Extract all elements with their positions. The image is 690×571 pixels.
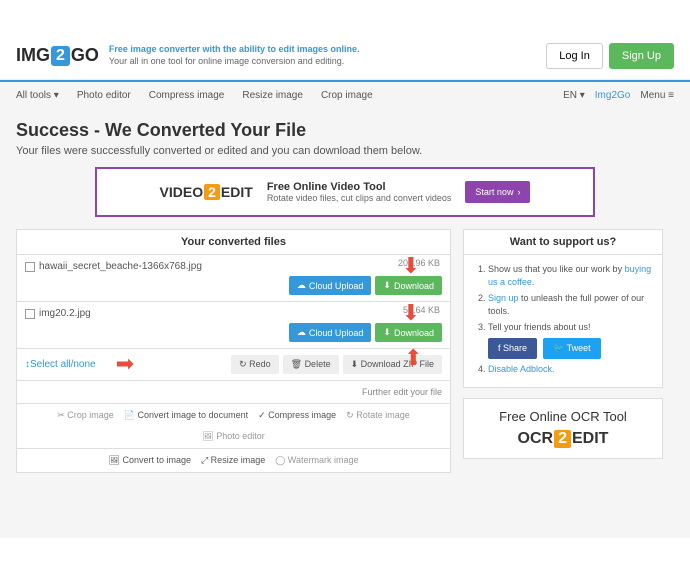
tool-to-document[interactable]: 📄 Convert image to document — [124, 410, 248, 421]
ad-text: Free Online Video Tool Rotate video file… — [267, 181, 452, 203]
tagline-sub: Your all in one tool for online image co… — [109, 56, 360, 68]
converted-panel: Your converted files ⬇ hawaii_secret_bea… — [16, 229, 451, 473]
further-edit-label: Further edit your file — [16, 381, 451, 404]
tagline-main: Free image converter with the ability to… — [109, 44, 360, 56]
ad-logo-post: EDIT — [221, 184, 253, 200]
support-item: Tell your friends about us! f Share 🐦 Tw… — [488, 321, 654, 358]
file-size: 59.64 KB — [403, 305, 440, 315]
file-row: ⬇ img20.2.jpg 59.64 KB ☁Cloud Upload ⬇Do… — [16, 302, 451, 349]
select-all-link[interactable]: Select all/none — [30, 359, 96, 370]
menu-toggle[interactable]: Menu ≡ — [640, 90, 674, 101]
download-label: Download — [394, 328, 434, 338]
download-zip-button[interactable]: ⬇ Download ZIP File — [343, 355, 442, 374]
cloud-upload-label: Cloud Upload — [309, 281, 364, 291]
nav-photo-editor[interactable]: Photo editor — [77, 90, 131, 101]
file-checkbox[interactable] — [25, 309, 35, 319]
ad-banner[interactable]: VIDEO 2 EDIT Free Online Video Tool Rota… — [95, 167, 595, 217]
lang-selector[interactable]: EN ▾ — [563, 90, 585, 101]
ad-logo-num: 2 — [204, 184, 220, 200]
file-size: 202.96 KB — [398, 258, 440, 268]
file-row: ⬇ hawaii_secret_beache-1366x768.jpg 202.… — [16, 255, 451, 302]
support-panel: Want to support us? Show us that you lik… — [463, 229, 663, 473]
nav-all-tools[interactable]: All tools ▾ — [16, 90, 59, 101]
nav-right: EN ▾ Img2Go Menu ≡ — [563, 90, 674, 101]
signup-button[interactable]: Sign Up — [609, 43, 674, 69]
page-subtitle: Your files were successfully converted o… — [16, 145, 674, 157]
ocr-logo: OCR 2 EDIT — [474, 430, 652, 448]
cloud-icon: ☁ — [297, 280, 306, 291]
site-logo[interactable]: IMG 2 GO — [16, 45, 99, 66]
bulk-action-row: ⬇ ⬇ ↕ Select all/none ↻ Redo 🗑 Delete ⬇ … — [16, 349, 451, 381]
tool-rotate[interactable]: ↻ Rotate image — [346, 410, 410, 421]
tool-resize[interactable]: ⤢ Resize image — [201, 455, 265, 466]
nav-resize[interactable]: Resize image — [242, 90, 303, 101]
ocr-logo-num: 2 — [554, 430, 571, 448]
download-button[interactable]: ⬇Download — [375, 323, 442, 342]
download-icon: ⬇ — [383, 327, 391, 338]
login-button[interactable]: Log In — [546, 43, 603, 69]
tool-watermark[interactable]: ◯ Watermark image — [275, 455, 358, 466]
page-title: Success - We Converted Your File — [16, 120, 674, 141]
download-button[interactable]: ⬇Download — [375, 276, 442, 295]
top-header: IMG 2 GO Free image converter with the a… — [0, 32, 690, 80]
delete-button[interactable]: 🗑 Delete — [283, 355, 339, 374]
logo-text-pre: IMG — [16, 45, 50, 66]
file-name: hawaii_secret_beache-1366x768.jpg — [39, 261, 202, 272]
nav-bar: All tools ▾ Photo editor Compress image … — [0, 80, 690, 108]
signup-link[interactable]: Sign up — [488, 293, 519, 303]
tool-to-image[interactable]: 🖼 Convert to image — [109, 455, 191, 466]
cloud-upload-button[interactable]: ☁Cloud Upload — [289, 276, 372, 295]
tool-row: 🖼 Convert to image ⤢ Resize image ◯ Wate… — [16, 449, 451, 473]
ocr-logo-pre: OCR — [518, 430, 554, 448]
download-label: Download — [394, 281, 434, 291]
tool-crop[interactable]: ✂ Crop image — [57, 410, 114, 421]
redo-button[interactable]: ↻ Redo — [231, 355, 279, 374]
download-icon: ⬇ — [383, 280, 391, 291]
support-item: Sign up to unleash the full power of our… — [488, 292, 654, 317]
tweet-button[interactable]: 🐦 Tweet — [543, 338, 601, 359]
nav-brand-link[interactable]: Img2Go — [595, 90, 631, 101]
cloud-icon: ☁ — [297, 327, 306, 338]
ad-title: Free Online Video Tool — [267, 181, 452, 193]
tool-row: ✂ Crop image 📄 Convert image to document… — [16, 404, 451, 449]
support-body: Show us that you like our work by buying… — [463, 255, 663, 388]
auth-buttons: Log In Sign Up — [546, 43, 674, 69]
chevron-right-icon: › — [517, 187, 520, 197]
logo-text-post: GO — [71, 45, 99, 66]
tool-photo-editor[interactable]: 🖼 Photo editor — [202, 431, 264, 442]
converted-header: Your converted files — [16, 229, 451, 255]
cloud-upload-button[interactable]: ☁Cloud Upload — [289, 323, 372, 342]
tool-compress[interactable]: ✓ Compress image — [258, 410, 336, 421]
delete-label: Delete — [305, 359, 331, 369]
nav-compress[interactable]: Compress image — [149, 90, 225, 101]
cloud-upload-label: Cloud Upload — [309, 328, 364, 338]
zip-label: Download ZIP File — [361, 359, 434, 369]
disable-adblock-link[interactable]: Disable Adblock. — [488, 364, 555, 374]
annotation-arrow-icon: ⬇ — [113, 355, 139, 373]
file-checkbox[interactable] — [25, 262, 35, 272]
ad-sub: Rotate video files, cut clips and conver… — [267, 193, 452, 203]
file-name: img20.2.jpg — [39, 308, 91, 319]
ad-logo: VIDEO 2 EDIT — [160, 184, 253, 200]
support-item: Show us that you like our work by buying… — [488, 263, 654, 288]
ad-btn-label: Start now — [475, 187, 513, 197]
logo-badge: 2 — [51, 46, 70, 66]
ad-start-button[interactable]: Start now › — [465, 181, 530, 203]
nav-crop[interactable]: Crop image — [321, 90, 373, 101]
ocr-ad[interactable]: Free Online OCR Tool OCR 2 EDIT — [463, 398, 663, 459]
main-content: Success - We Converted Your File Your fi… — [0, 108, 690, 538]
ad-logo-pre: VIDEO — [160, 184, 204, 200]
ocr-title: Free Online OCR Tool — [474, 409, 652, 424]
tagline: Free image converter with the ability to… — [109, 44, 360, 67]
support-header: Want to support us? — [463, 229, 663, 255]
redo-label: Redo — [249, 359, 271, 369]
ocr-logo-post: EDIT — [572, 430, 608, 448]
support-item: Disable Adblock. — [488, 363, 654, 376]
facebook-share-button[interactable]: f Share — [488, 338, 537, 359]
